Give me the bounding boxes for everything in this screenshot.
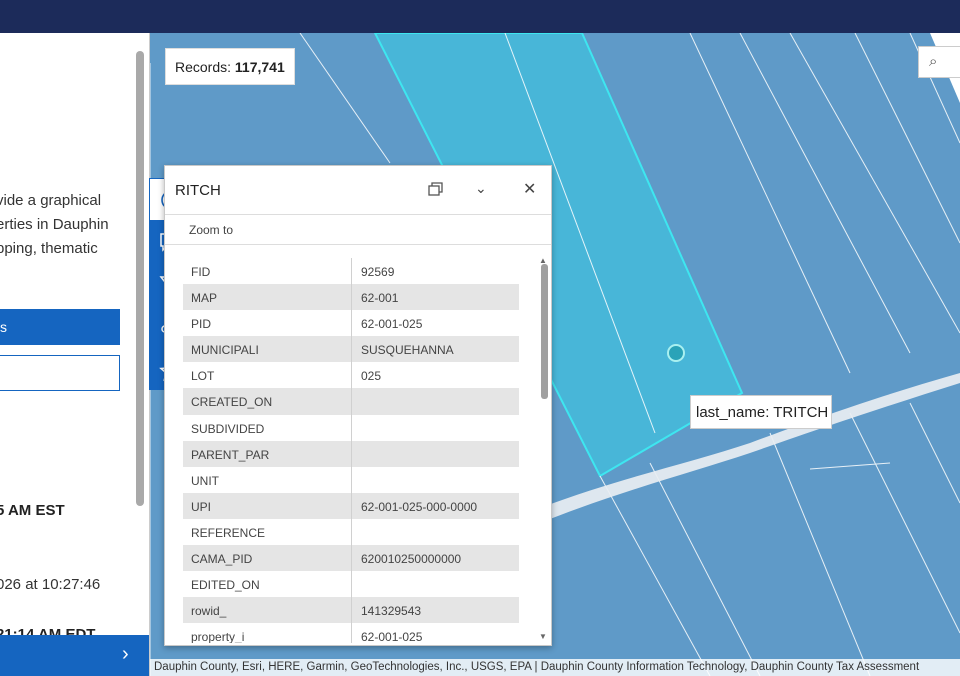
table-row: CAMA_PID 620010250000000 xyxy=(183,545,519,572)
side-secondary-button[interactable] xyxy=(0,355,120,391)
field-name: UPI xyxy=(191,499,212,514)
table-row: REFERENCE xyxy=(183,518,519,546)
side-panel: vide a graphical erties in Dauphin pping… xyxy=(0,33,150,676)
column-divider xyxy=(351,336,352,363)
field-name: REFERENCE xyxy=(191,525,266,540)
field-name: MAP xyxy=(191,291,218,306)
table-row: MUNICIPALI SUSQUEHANNA xyxy=(183,336,519,363)
feature-tooltip: last_name: TRITCH xyxy=(690,395,832,429)
chevron-right-icon[interactable]: › xyxy=(122,643,129,666)
location-marker[interactable] xyxy=(667,344,685,362)
table-row: MAP 62-001 xyxy=(183,284,519,311)
description-line-3: pping, thematic xyxy=(0,240,98,257)
zoom-to-link[interactable]: Zoom to xyxy=(189,223,233,237)
side-primary-button-label: s xyxy=(0,319,7,335)
popup-scrollbar[interactable] xyxy=(541,264,548,399)
field-value: 62-001 xyxy=(361,291,399,306)
column-divider xyxy=(351,440,352,467)
field-name: rowid_ xyxy=(191,604,227,619)
field-value: 62-001-025-000-0000 xyxy=(361,499,478,514)
field-value: SUSQUEHANNA xyxy=(361,343,454,358)
popup-divider xyxy=(165,214,551,215)
top-header-bar xyxy=(0,0,960,33)
column-divider xyxy=(351,310,352,337)
table-row: CREATED_ON xyxy=(183,388,519,415)
map-attribution: Dauphin County, Esri, HERE, Garmin, GeoT… xyxy=(150,659,960,676)
table-row: rowid_ 141329543 xyxy=(183,597,519,624)
field-value: 620010250000000 xyxy=(361,552,462,567)
dock-icon[interactable] xyxy=(427,180,445,198)
records-label: Records: xyxy=(175,59,232,75)
field-name: EDITED_ON xyxy=(191,578,260,593)
description-line-1: vide a graphical xyxy=(0,192,102,209)
scroll-down-icon[interactable]: ▼ xyxy=(539,632,547,641)
column-divider xyxy=(351,597,352,624)
column-divider xyxy=(351,545,352,572)
column-divider xyxy=(351,284,352,311)
field-value: 141329543 xyxy=(361,604,422,619)
field-name: MUNICIPALI xyxy=(191,343,259,358)
field-name: UNIT xyxy=(191,473,219,488)
field-name: PID xyxy=(191,317,212,332)
popup-divider xyxy=(165,244,551,245)
field-name: LOT xyxy=(191,369,215,384)
field-name: CAMA_PID xyxy=(191,552,253,567)
attribute-table: FID 92569 MAP 62-001 PID 62-001-025 MUNICIPALI… xyxy=(183,258,521,643)
field-value: 025 xyxy=(361,369,382,384)
column-divider xyxy=(351,571,352,598)
side-primary-button[interactable]: s xyxy=(0,309,120,345)
side-panel-scrollbar[interactable] xyxy=(136,51,144,506)
description-line-2: erties in Dauphin xyxy=(0,216,109,233)
field-value: 92569 xyxy=(361,265,395,279)
field-name: PARENT_PAR xyxy=(191,447,270,462)
table-row: LOT 025 xyxy=(183,362,519,389)
table-row: EDITED_ON xyxy=(183,571,519,598)
records-count-badge: Records: 117,741 xyxy=(165,48,295,85)
field-value: 62-001-025 xyxy=(361,317,423,332)
column-divider xyxy=(351,414,352,441)
column-divider xyxy=(351,518,352,546)
updated-time-1: 5 AM EST xyxy=(0,502,65,519)
table-row: PARENT_PAR xyxy=(183,440,519,467)
column-divider xyxy=(351,258,352,285)
column-divider xyxy=(351,492,352,519)
column-divider xyxy=(351,362,352,389)
popup-title: RITCH xyxy=(175,182,221,199)
field-name: SUBDIVIDED xyxy=(191,421,265,436)
table-row: UNIT xyxy=(183,466,519,493)
field-name: FID xyxy=(191,265,211,279)
table-row: property_i 62-001-025 xyxy=(183,623,519,643)
column-divider xyxy=(351,466,352,493)
map-search-button[interactable]: ⌕ xyxy=(918,46,960,78)
updated-time-2: 026 at 10:27:46 xyxy=(0,576,101,593)
table-row: SUBDIVIDED xyxy=(183,414,519,441)
table-row: UPI 62-001-025-000-0000 xyxy=(183,492,519,519)
close-icon[interactable]: ✕ xyxy=(523,179,536,199)
feature-popup: RITCH ⌄ ✕ Zoom to FID 92569 MAP 62-001 PID 62… xyxy=(164,165,552,646)
chevron-down-icon[interactable]: ⌄ xyxy=(475,180,487,197)
field-value: 62-001-025 xyxy=(361,630,423,643)
field-name: CREATED_ON xyxy=(191,395,273,410)
table-row: FID 92569 xyxy=(183,258,519,285)
side-panel-footer[interactable]: › xyxy=(0,635,149,676)
column-divider xyxy=(351,623,352,643)
column-divider xyxy=(351,388,352,415)
records-value: 117,741 xyxy=(234,59,285,75)
field-name: property_i xyxy=(191,630,245,643)
table-row: PID 62-001-025 xyxy=(183,310,519,337)
search-icon[interactable]: ⌕ xyxy=(929,53,937,70)
